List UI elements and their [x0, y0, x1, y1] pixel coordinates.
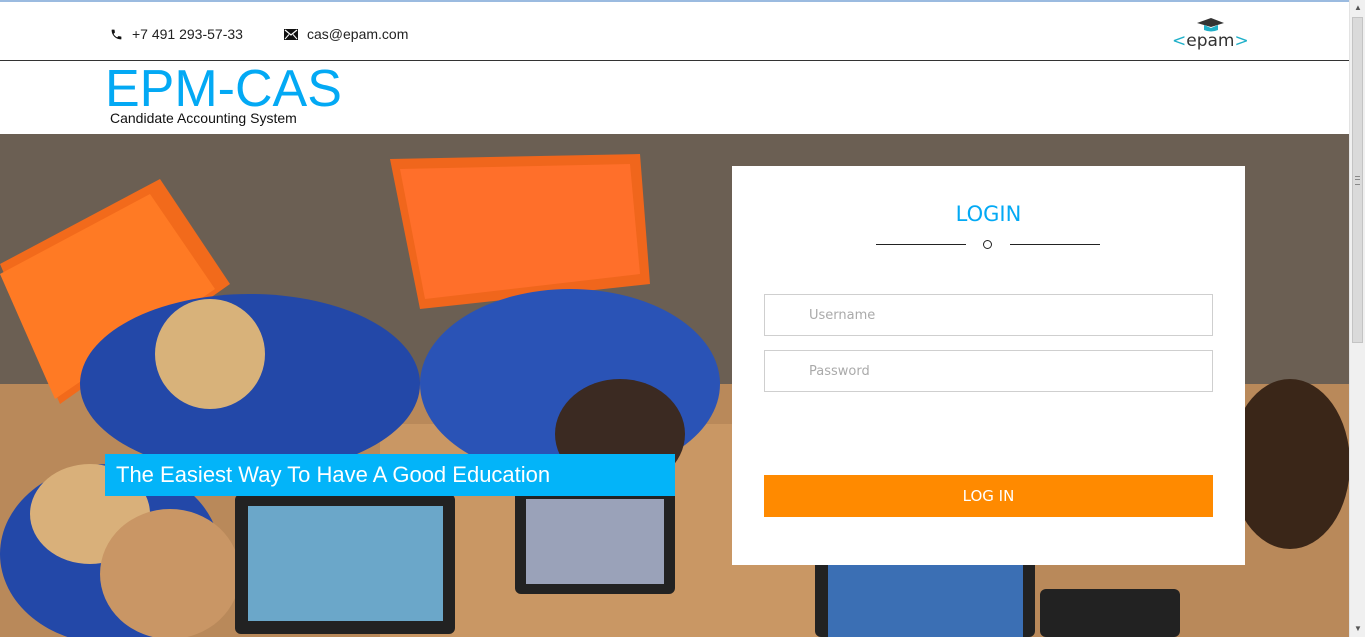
email-address[interactable]: cas@epam.com — [307, 26, 408, 42]
login-title: LOGIN — [955, 202, 1022, 226]
title-divider-left — [876, 244, 966, 245]
site-title[interactable]: EPM-CAS — [105, 63, 342, 115]
epam-wordmark: <epam> — [1172, 31, 1249, 51]
login-button[interactable]: LOG IN — [764, 475, 1213, 517]
username-input[interactable] — [764, 294, 1213, 336]
epam-logo[interactable]: <epam> — [1172, 16, 1249, 56]
envelope-icon — [284, 28, 298, 40]
title-divider-dot — [983, 240, 992, 249]
login-form: LOGIN LOG IN — [732, 166, 1245, 565]
hero-tagline: The Easiest Way To Have A Good Education — [105, 454, 675, 496]
brand-bar: EPM-CAS Candidate Accounting System — [0, 61, 1349, 134]
top-contact-bar: +7 491 293-57-33 cas@epam.com <epam> — [0, 0, 1349, 61]
password-input[interactable] — [764, 350, 1213, 392]
title-divider-right — [1010, 244, 1100, 245]
phone-contact: +7 491 293-57-33 — [110, 26, 243, 42]
phone-number: +7 491 293-57-33 — [132, 26, 243, 42]
scroll-down-arrow-icon[interactable]: ▼ — [1354, 625, 1362, 633]
scroll-grip-icon — [1355, 176, 1360, 185]
vertical-scrollbar[interactable]: ▲ ▼ — [1349, 0, 1365, 637]
site-subtitle: Candidate Accounting System — [110, 110, 297, 126]
phone-icon — [110, 28, 123, 41]
email-contact: cas@epam.com — [284, 26, 408, 42]
scroll-thumb[interactable] — [1352, 17, 1363, 343]
scroll-up-arrow-icon[interactable]: ▲ — [1354, 4, 1362, 12]
